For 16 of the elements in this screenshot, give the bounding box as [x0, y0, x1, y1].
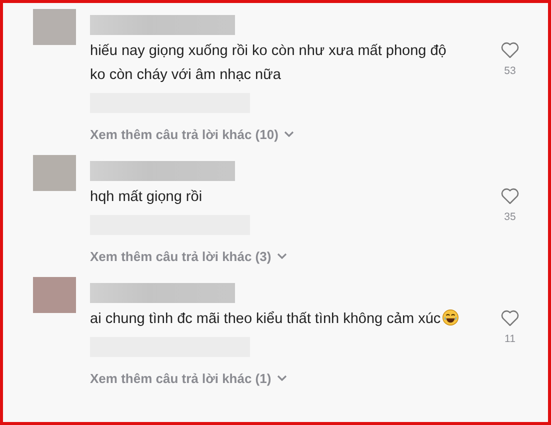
chevron-down-icon	[277, 253, 288, 259]
like-count: 11	[504, 333, 516, 345]
more-replies-link[interactable]: Xem thêm câu trả lời khác (1)	[90, 367, 288, 389]
more-replies-link[interactable]: Xem thêm câu trả lời khác (3)	[90, 245, 288, 267]
more-replies-link[interactable]: Xem thêm câu trả lời khác (10)	[90, 123, 294, 145]
comment-text: hqh mất giọng rồi	[90, 189, 202, 205]
heart-icon[interactable]	[500, 41, 520, 59]
laughing-emoji-icon	[442, 309, 459, 326]
chevron-down-icon	[284, 131, 294, 137]
comment-text: hiếu nay giọng xuống rồi ko còn như xưa mất phong độ ko còn cháy với âm nhạc nữa	[90, 43, 446, 83]
heart-icon[interactable]	[500, 187, 520, 205]
heart-icon[interactable]	[500, 309, 520, 327]
chevron-down-icon	[277, 375, 288, 381]
like-count: 35	[504, 211, 516, 223]
comment-text: ai chung tình đc mãi theo kiểu thất tình không cảm xúc	[90, 311, 441, 327]
like-count: 53	[504, 65, 516, 77]
